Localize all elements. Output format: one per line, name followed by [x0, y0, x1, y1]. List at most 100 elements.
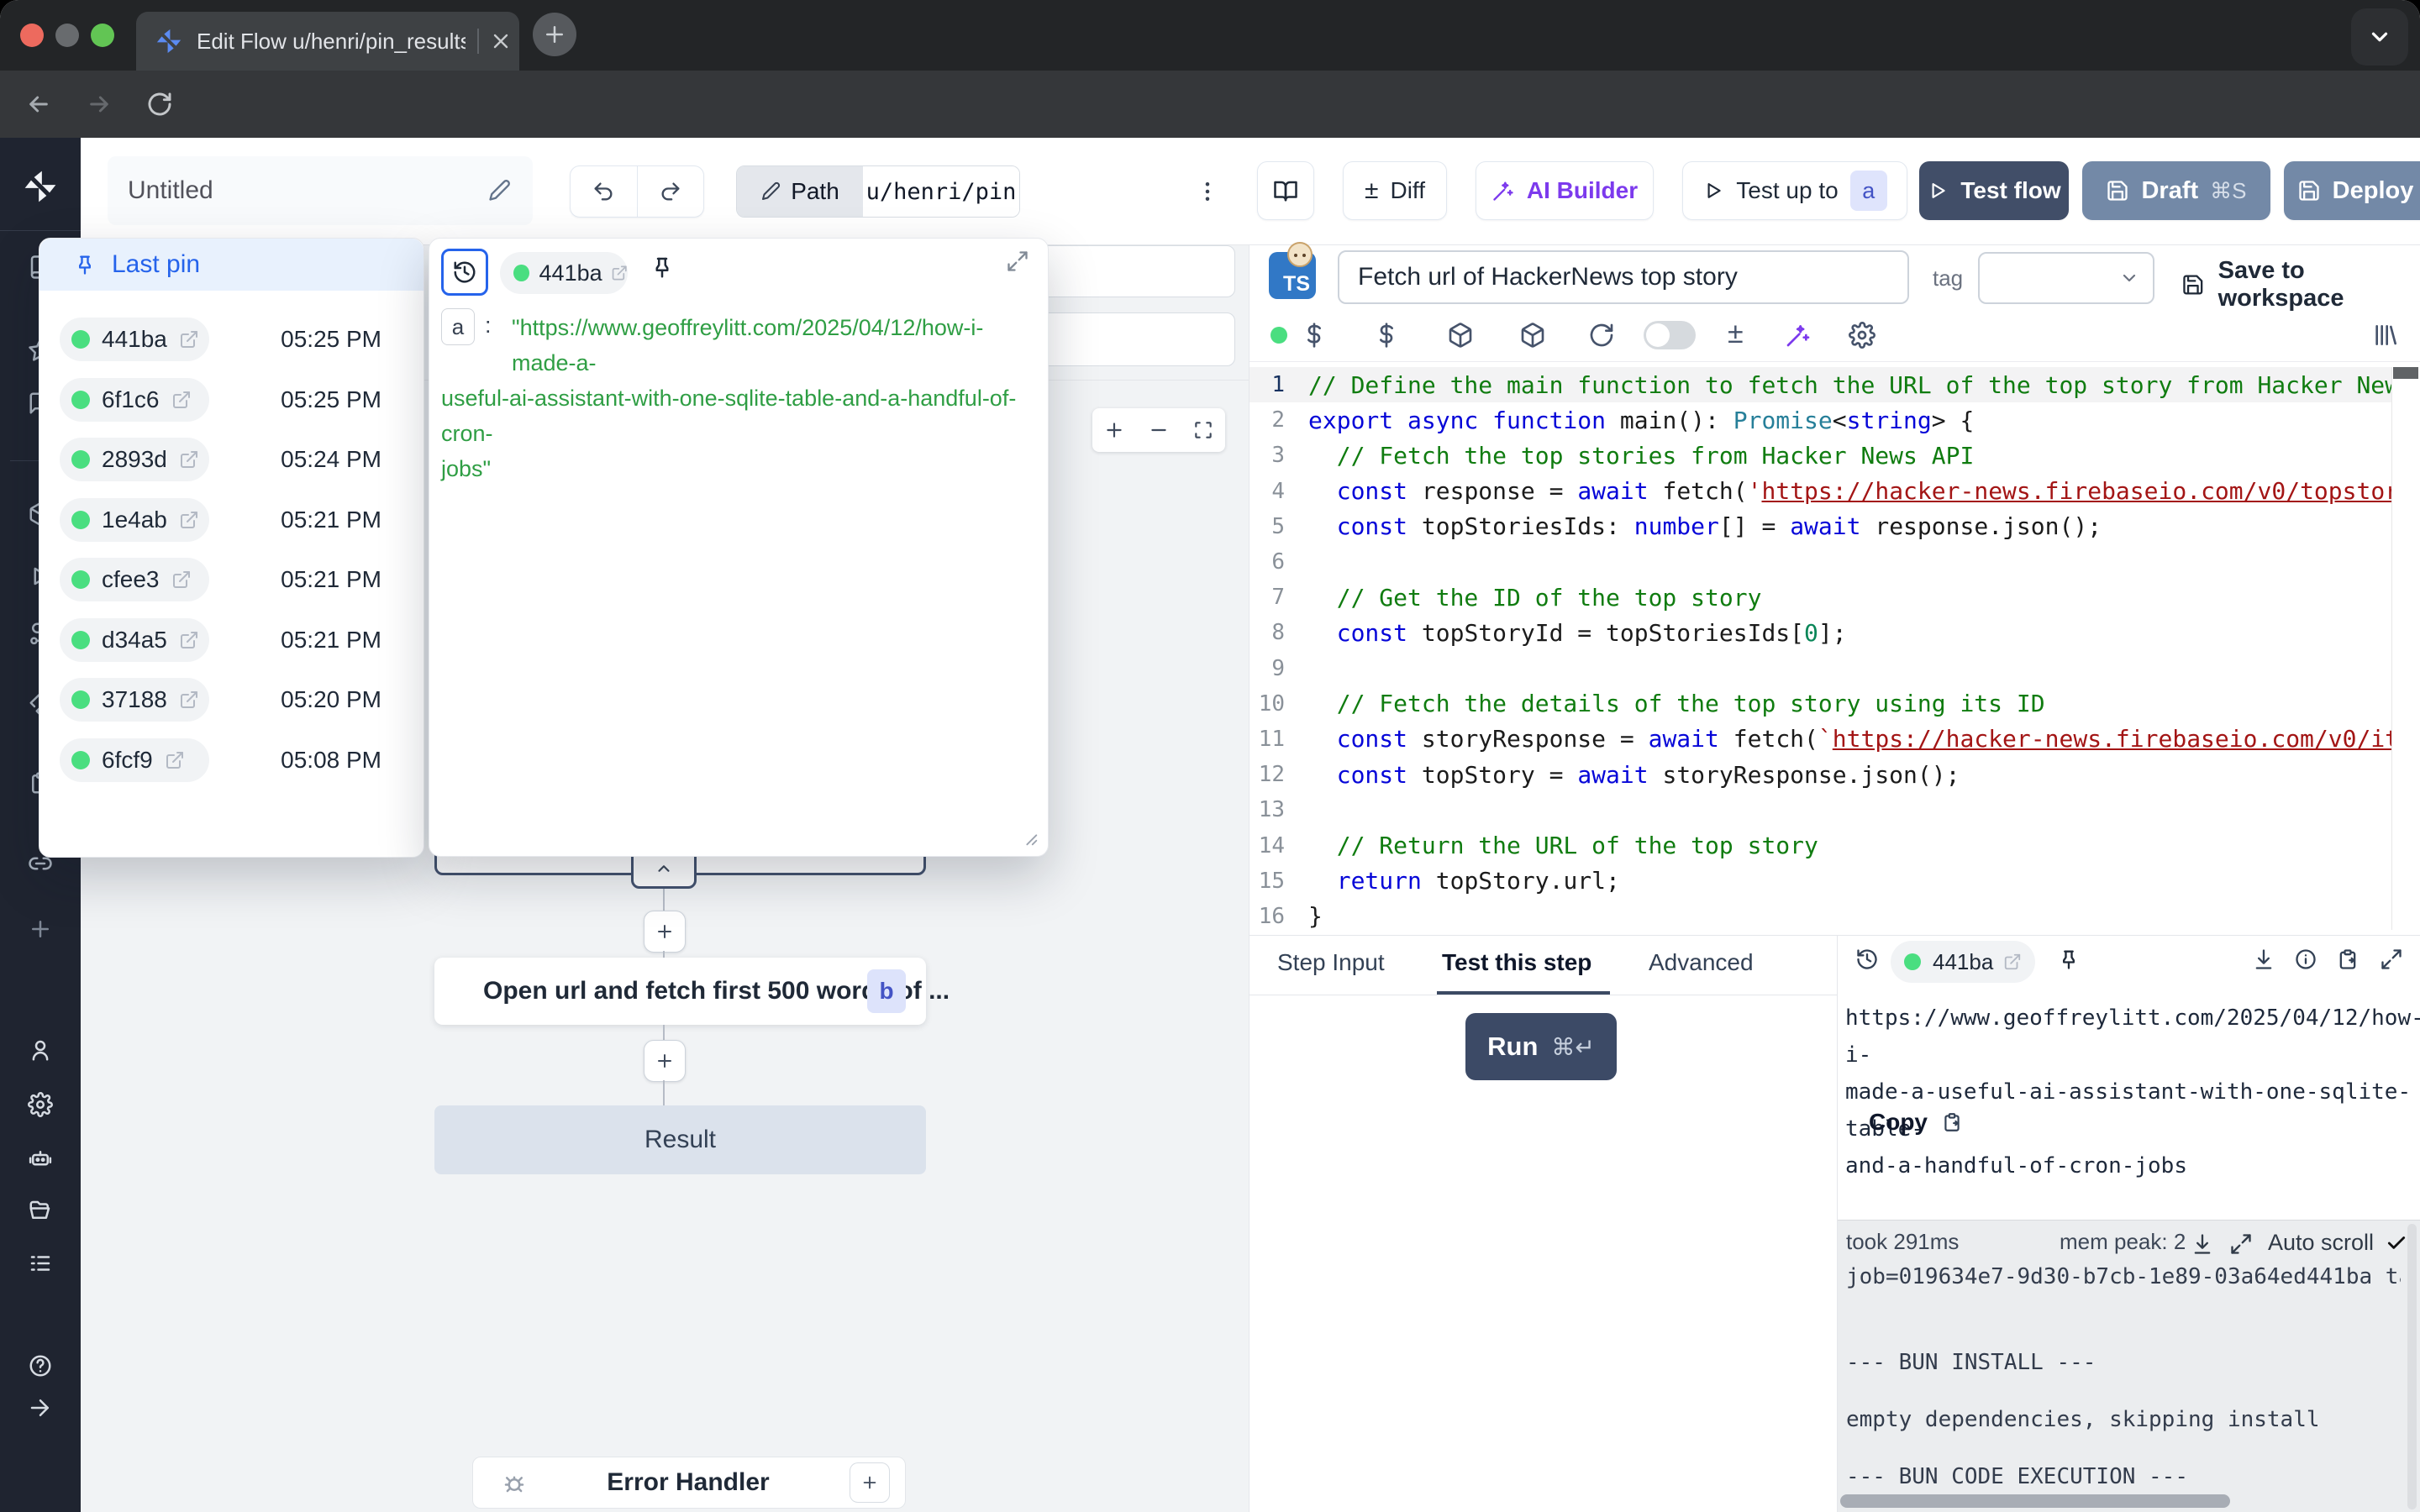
- tab-advanced[interactable]: Advanced: [1649, 949, 1754, 976]
- tab-step-input[interactable]: Step Input: [1277, 949, 1385, 976]
- ai-wand-icon[interactable]: [1785, 322, 1812, 349]
- pin-id-badge[interactable]: 37188: [60, 678, 209, 722]
- pin-list-item[interactable]: d34a5 05:21 PM: [60, 618, 424, 662]
- add-error-handler-icon[interactable]: [850, 1462, 890, 1503]
- gear-icon[interactable]: [28, 1092, 53, 1117]
- test-flow-button[interactable]: Test flow: [1919, 161, 2069, 220]
- pin-id-badge[interactable]: d34a5: [60, 618, 209, 662]
- external-link-icon[interactable]: [171, 390, 192, 410]
- bot-icon[interactable]: [28, 1147, 53, 1172]
- logs-panel[interactable]: took 291ms mem peak: 2 Auto scroll job=0…: [1838, 1220, 2420, 1512]
- browser-tab[interactable]: Edit Flow u/henri/pin_results: [136, 12, 519, 71]
- package-icon[interactable]: [1519, 322, 1546, 349]
- pin-list-item[interactable]: 1e4ab 05:21 PM: [60, 498, 424, 542]
- code-line[interactable]: 6: [1249, 544, 2391, 580]
- popup-pin-badge[interactable]: 441ba: [500, 252, 628, 294]
- pin-id-badge[interactable]: 441ba: [60, 318, 209, 361]
- reload-icon[interactable]: [146, 91, 173, 118]
- folder-icon[interactable]: [28, 1198, 53, 1223]
- code-line[interactable]: 14 // Return the URL of the top story: [1249, 827, 2391, 863]
- logs-vertical-scrollbar[interactable]: [2407, 1224, 2417, 1509]
- check-icon[interactable]: [2386, 1232, 2407, 1254]
- flow-node-python-step[interactable]: Open url and fetch first 500 words of ..…: [434, 958, 926, 1025]
- ai-builder-button[interactable]: AI Builder: [1476, 161, 1654, 220]
- external-link-icon[interactable]: [179, 449, 199, 470]
- refresh-icon[interactable]: [1588, 322, 1615, 349]
- external-link-icon[interactable]: [171, 570, 192, 590]
- maximize-window-button[interactable]: [91, 24, 114, 47]
- fullscreen-result-icon[interactable]: [2380, 948, 2403, 971]
- forward-icon[interactable]: [86, 91, 113, 118]
- cache-dollar-icon[interactable]: [1301, 322, 1328, 349]
- pin-list-item[interactable]: 37188 05:20 PM: [60, 678, 424, 722]
- external-link-icon[interactable]: [165, 750, 185, 770]
- code-line[interactable]: 3 // Fetch the top stories from Hacker N…: [1249, 438, 2391, 473]
- help-icon[interactable]: [28, 1353, 53, 1378]
- code-editor[interactable]: 1// Define the main function to fetch th…: [1249, 367, 2391, 935]
- code-line[interactable]: 12 const topStory = await storyResponse.…: [1249, 757, 2391, 792]
- minimize-window-button[interactable]: [55, 24, 79, 47]
- toolbar-kebab-icon[interactable]: [1195, 171, 1220, 212]
- external-link-icon[interactable]: [179, 329, 199, 349]
- download-logs-icon[interactable]: [2191, 1232, 2214, 1256]
- code-line[interactable]: 2export async function main(): Promise<s…: [1249, 402, 2391, 438]
- zoom-out-icon[interactable]: [1148, 419, 1170, 441]
- pin-icon[interactable]: [2057, 948, 2081, 971]
- package-icon[interactable]: [1447, 322, 1474, 349]
- pin-list-item[interactable]: cfee3 05:21 PM: [60, 558, 424, 601]
- code-line[interactable]: 9: [1249, 651, 2391, 686]
- pin-id-badge[interactable]: cfee3: [60, 558, 209, 601]
- flow-node-error-handler[interactable]: Error Handler: [472, 1457, 906, 1509]
- test-up-to-step-badge[interactable]: a: [1850, 171, 1887, 211]
- code-line[interactable]: 1// Define the main function to fetch th…: [1249, 367, 2391, 402]
- download-result-icon[interactable]: [2252, 948, 2275, 971]
- history-icon[interactable]: [441, 249, 488, 296]
- arrowright-icon[interactable]: [28, 1395, 53, 1420]
- cost-dollar-icon[interactable]: [1373, 322, 1400, 349]
- code-line[interactable]: 10 // Fetch the details of the top story…: [1249, 686, 2391, 722]
- insert-step-button[interactable]: [644, 1040, 686, 1082]
- redo-icon[interactable]: [638, 166, 704, 217]
- close-tab-icon[interactable]: [491, 31, 511, 51]
- flow-node-result[interactable]: Result: [434, 1105, 926, 1174]
- code-line[interactable]: 15 return topStory.url;: [1249, 864, 2391, 899]
- diff-button[interactable]: ± Diff: [1343, 161, 1447, 220]
- pin-list-item[interactable]: 441ba 05:25 PM: [60, 318, 424, 361]
- pin-id-badge[interactable]: 1e4ab: [60, 498, 209, 542]
- insert-step-button[interactable]: [644, 911, 686, 953]
- expand-popup-icon[interactable]: [1006, 249, 1029, 273]
- code-line[interactable]: 16}: [1249, 899, 2391, 934]
- code-line[interactable]: 5 const topStoriesIds: number[] = await …: [1249, 509, 2391, 544]
- undo-icon[interactable]: [571, 166, 638, 217]
- code-line[interactable]: 8 const topStoryId = topStoriesIds[0];: [1249, 615, 2391, 650]
- history-icon[interactable]: [1855, 948, 1879, 971]
- pin-id-badge[interactable]: 6f1c6: [60, 378, 209, 422]
- result-pin-badge[interactable]: 441ba: [1891, 941, 2035, 983]
- pin-list-item[interactable]: 2893d 05:24 PM: [60, 438, 424, 481]
- deploy-button[interactable]: Deploy: [2284, 161, 2420, 220]
- settings-gear-icon[interactable]: [1849, 322, 1876, 349]
- external-link-icon[interactable]: [2003, 953, 2022, 971]
- save-to-workspace-button[interactable]: Save to workspace: [2181, 257, 2420, 312]
- close-window-button[interactable]: [20, 24, 44, 47]
- info-icon[interactable]: [2294, 948, 2317, 971]
- toggle-switch[interactable]: [1644, 321, 1696, 349]
- code-line[interactable]: 7 // Get the ID of the top story: [1249, 580, 2391, 615]
- zoom-in-icon[interactable]: [1103, 419, 1125, 441]
- pin-id-badge[interactable]: 2893d: [60, 438, 209, 481]
- tab-test-this-step[interactable]: Test this step: [1442, 949, 1591, 976]
- tag-select[interactable]: [1978, 252, 2154, 304]
- copy-result-icon[interactable]: [2336, 948, 2360, 971]
- editor-scrollbar-thumb[interactable]: [2393, 367, 2418, 379]
- external-link-icon[interactable]: [179, 690, 199, 710]
- user-icon[interactable]: [28, 1037, 53, 1063]
- code-line[interactable]: 4 const response = await fetch('https://…: [1249, 474, 2391, 509]
- run-button[interactable]: Run ⌘↵: [1465, 1013, 1617, 1080]
- pin-icon[interactable]: [650, 255, 675, 280]
- list-icon[interactable]: [28, 1251, 53, 1276]
- diff-plus-minus-icon[interactable]: ±: [1728, 318, 1744, 350]
- code-line[interactable]: 11 const storyResponse = await fetch(`ht…: [1249, 722, 2391, 757]
- pin-list-item[interactable]: 6fcf9 05:08 PM: [60, 738, 424, 782]
- edit-title-pencil-icon[interactable]: [487, 179, 511, 202]
- library-icon[interactable]: [2371, 322, 2398, 349]
